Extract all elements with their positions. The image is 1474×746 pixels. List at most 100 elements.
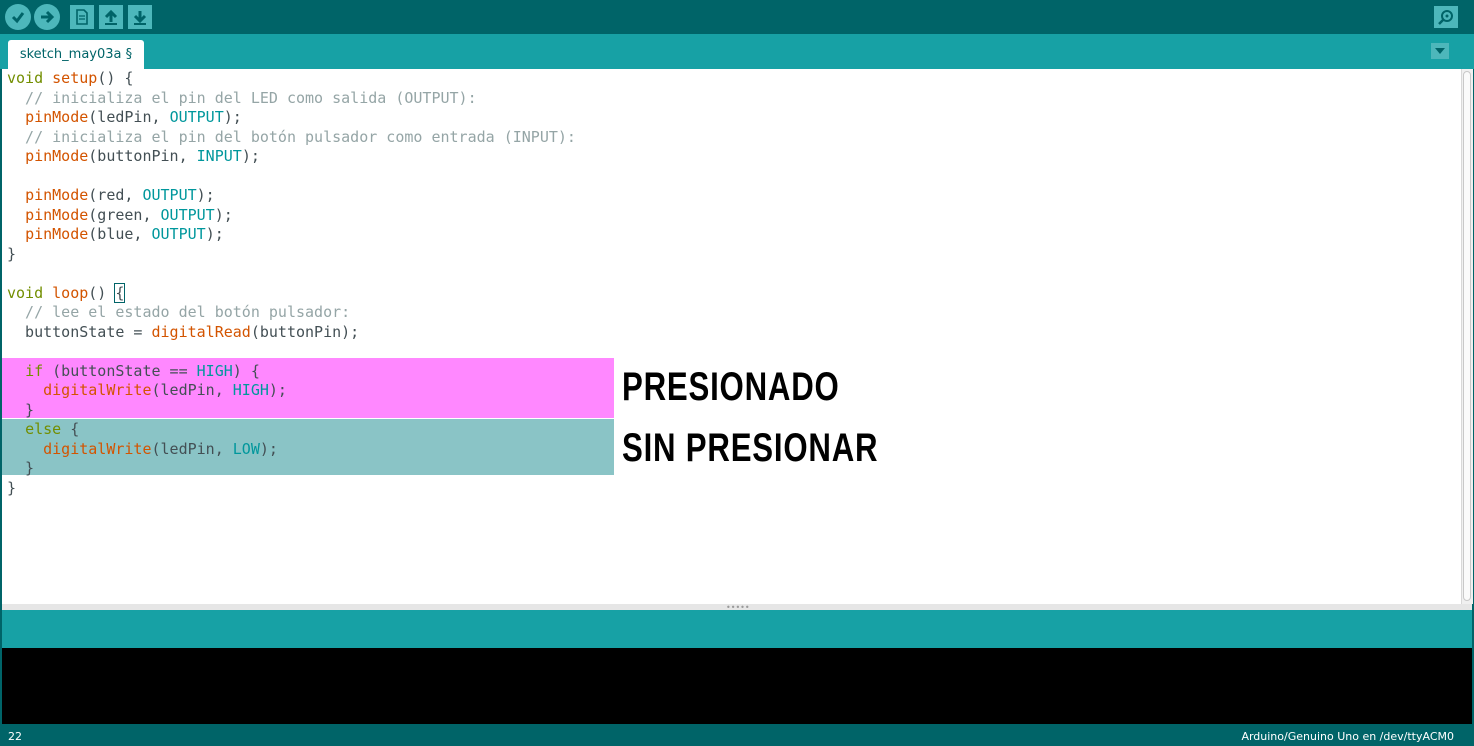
code-line: digitalWrite(ledPin, LOW);: [7, 440, 576, 460]
serial-monitor-button[interactable]: [1434, 6, 1458, 28]
checkmark-icon: [11, 12, 25, 24]
code-token: digitalWrite: [43, 381, 152, 399]
code-token: (buttonPin);: [250, 322, 360, 341]
open-button[interactable]: [99, 5, 123, 29]
code-token: buttonState =: [7, 322, 152, 341]
code-token: loop: [52, 283, 89, 302]
code-token: // inicializa el pin del LED como salida…: [7, 88, 477, 107]
code-line: }: [7, 401, 576, 421]
code-token: pinMode: [25, 186, 89, 204]
code-line: }: [7, 459, 576, 479]
annotation-pressed: PRESIONADO: [622, 365, 840, 409]
annotation-not-pressed: SIN PRESIONAR: [622, 426, 879, 470]
code-text: void setup() { // inicializa el pin del …: [7, 69, 576, 498]
arrow-right-icon: [41, 10, 55, 24]
code-token: // inicializa el pin del botón pulsador …: [7, 127, 576, 146]
editor-scrollbar[interactable]: [1461, 69, 1473, 604]
code-token: }: [7, 400, 35, 419]
code-token: }: [7, 459, 35, 477]
upload-button[interactable]: [34, 4, 60, 30]
code-token: void: [7, 69, 44, 87]
code-line: digitalWrite(ledPin, HIGH);: [7, 381, 576, 401]
code-line: // inicializa el pin del LED como salida…: [7, 89, 576, 109]
code-token: () {: [97, 69, 134, 87]
code-line: void setup() {: [7, 69, 576, 89]
code-token: (ledPin,: [151, 439, 233, 458]
console-output[interactable]: [2, 648, 1472, 724]
message-area: [2, 610, 1472, 648]
code-token: (buttonPin,: [88, 147, 197, 165]
code-line: if (buttonState == HIGH) {: [7, 362, 576, 382]
code-token: // lee el estado del botón pulsador:: [7, 303, 351, 321]
code-token: {: [61, 420, 80, 438]
footer-bar: 22 Arduino/Genuino Uno en /dev/ttyACM0: [0, 724, 1474, 746]
tab-sketch[interactable]: sketch_may03a §: [8, 40, 144, 69]
code-token: OUTPUT: [151, 225, 206, 243]
code-token: }: [7, 478, 17, 497]
code-token: );: [205, 225, 224, 243]
code-token: void: [7, 283, 44, 302]
triangle-down-icon: [1435, 48, 1445, 54]
code-line: }: [7, 479, 576, 499]
line-number: 22: [8, 730, 22, 743]
magnifier-icon: [1438, 10, 1453, 25]
code-editor[interactable]: void setup() { // inicializa el pin del …: [2, 69, 1461, 604]
arrow-up-icon: [104, 9, 118, 25]
code-token: pinMode: [25, 147, 89, 165]
toolbar: [0, 0, 1474, 34]
code-line: pinMode(blue, OUTPUT);: [7, 225, 576, 245]
code-token: (green,: [88, 205, 161, 224]
code-line: }: [7, 245, 576, 265]
code-token: );: [268, 381, 287, 399]
code-token: pinMode: [25, 205, 89, 224]
code-line: buttonState = digitalRead(buttonPin);: [7, 323, 576, 343]
code-token: OUTPUT: [142, 186, 197, 204]
code-token: if: [25, 361, 44, 380]
code-token: );: [223, 108, 242, 126]
code-line: // inicializa el pin del botón pulsador …: [7, 128, 576, 148]
tab-menu-button[interactable]: [1431, 43, 1449, 59]
verify-button[interactable]: [5, 4, 31, 30]
save-button[interactable]: [128, 5, 152, 29]
code-token: (buttonState ==: [43, 361, 197, 380]
code-token: pinMode: [25, 108, 89, 126]
code-token: );: [214, 205, 233, 224]
tab-label: sketch_may03a §: [19, 47, 133, 62]
code-token: }: [7, 244, 17, 263]
new-file-icon: [76, 9, 88, 25]
code-token: pinMode: [25, 225, 89, 243]
code-token: );: [241, 147, 260, 165]
code-line: pinMode(buttonPin, INPUT);: [7, 147, 576, 167]
code-token: OUTPUT: [169, 108, 224, 126]
code-token: digitalWrite: [43, 439, 152, 458]
code-token: );: [259, 439, 278, 458]
code-token: (ledPin,: [151, 381, 233, 399]
scrollbar-thumb[interactable]: [1463, 71, 1471, 601]
code-line: pinMode(green, OUTPUT);: [7, 206, 576, 226]
code-token: HIGH: [232, 381, 269, 399]
code-token: OUTPUT: [160, 205, 215, 224]
code-line: // lee el estado del botón pulsador:: [7, 303, 576, 323]
code-line: else {: [7, 420, 576, 440]
code-token: ) {: [232, 361, 260, 380]
code-token: );: [196, 186, 215, 204]
code-token: (red,: [88, 186, 143, 204]
board-info: Arduino/Genuino Uno en /dev/ttyACM0: [1241, 730, 1454, 743]
code-line: pinMode(ledPin, OUTPUT);: [7, 108, 576, 128]
code-token: INPUT: [196, 147, 242, 165]
arrow-down-icon: [133, 11, 147, 25]
new-button[interactable]: [70, 5, 94, 29]
